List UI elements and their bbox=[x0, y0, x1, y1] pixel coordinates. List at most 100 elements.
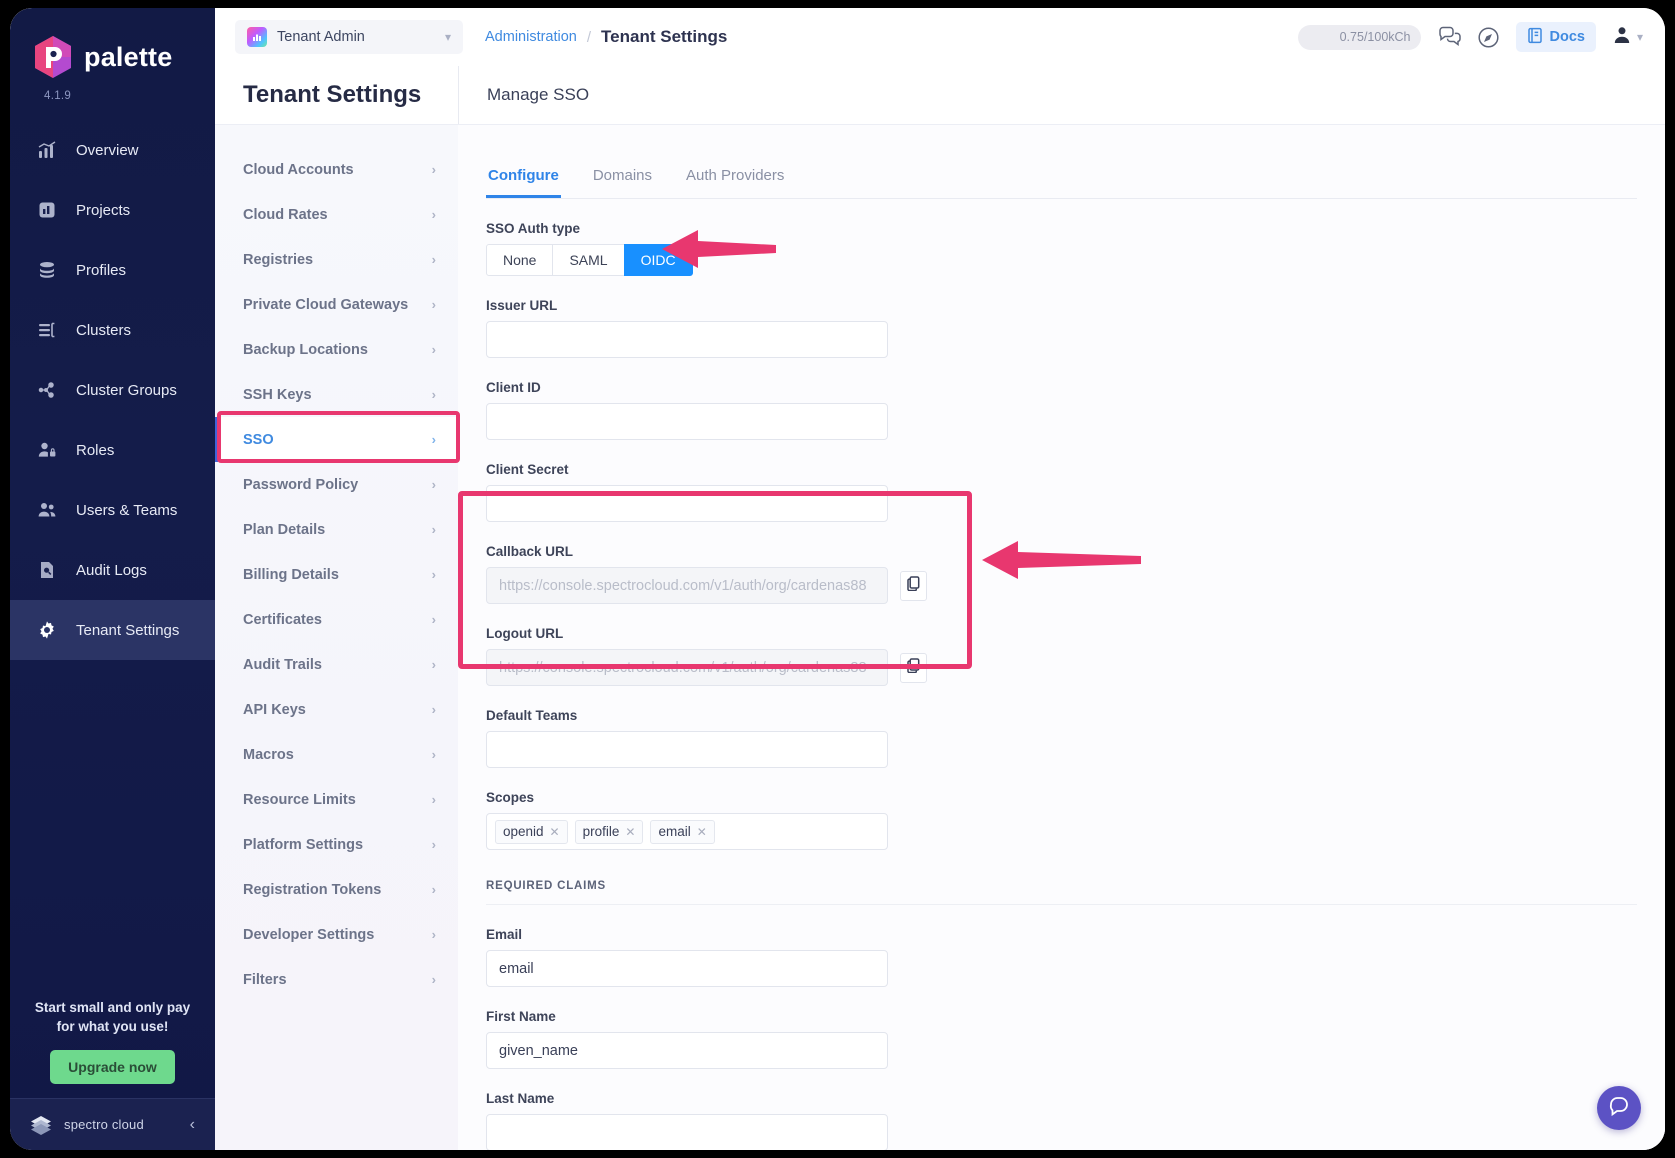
upgrade-now-button[interactable]: Upgrade now bbox=[50, 1050, 175, 1084]
claim-last-name-input[interactable] bbox=[486, 1114, 888, 1150]
subnav-item-certificates[interactable]: Certificates › bbox=[215, 597, 458, 642]
subnav-item-backup-locations[interactable]: Backup Locations › bbox=[215, 327, 458, 372]
subnav-item-audit-trails[interactable]: Audit Trails › bbox=[215, 642, 458, 687]
chevron-right-icon: › bbox=[431, 162, 436, 177]
subnav-item-password-policy[interactable]: Password Policy › bbox=[215, 462, 458, 507]
subnav-item-filters[interactable]: Filters › bbox=[215, 957, 458, 1002]
subnav-item-cloud-accounts[interactable]: Cloud Accounts › bbox=[215, 147, 458, 192]
chevron-left-icon[interactable]: ‹ bbox=[190, 1116, 199, 1134]
logout-url-input[interactable] bbox=[486, 649, 888, 686]
subnav-item-label: Registries bbox=[243, 251, 314, 268]
right-column: Tenant Admin ▾ Administration / Tenant S… bbox=[215, 8, 1665, 1150]
content-row: Tenant Settings Cloud Accounts › Cloud Ra… bbox=[215, 66, 1665, 1150]
chevron-right-icon: › bbox=[431, 747, 436, 762]
manage-sso-title: Manage SSO bbox=[487, 85, 590, 104]
default-teams-label: Default Teams bbox=[486, 708, 578, 723]
help-fab-button[interactable] bbox=[1597, 1086, 1641, 1130]
tenant-selector[interactable]: Tenant Admin ▾ bbox=[235, 20, 463, 54]
chevron-right-icon: › bbox=[431, 477, 436, 492]
sidebar-item-overview[interactable]: Overview bbox=[10, 120, 215, 180]
default-teams-input[interactable] bbox=[486, 731, 888, 768]
sidebar-item-profiles[interactable]: Profiles bbox=[10, 240, 215, 300]
compass-icon[interactable] bbox=[1477, 26, 1500, 49]
sidebar-item-label: Clusters bbox=[76, 321, 132, 339]
callback-url-row bbox=[486, 567, 1665, 604]
callback-url-copy-button[interactable] bbox=[900, 570, 927, 601]
subnav-item-macros[interactable]: Macros › bbox=[215, 732, 458, 777]
docs-button[interactable]: Docs bbox=[1515, 22, 1596, 52]
tab-auth-providers[interactable]: Auth Providers bbox=[684, 167, 786, 198]
sso-auth-type-segmented: None SAML OIDC bbox=[486, 244, 1665, 276]
auth-type-option-saml[interactable]: SAML bbox=[552, 244, 625, 276]
tab-domains[interactable]: Domains bbox=[591, 167, 654, 198]
chevron-right-icon: › bbox=[431, 657, 436, 672]
scope-chip-label: profile bbox=[582, 824, 620, 839]
chat-bubbles-icon[interactable] bbox=[1437, 26, 1461, 48]
client-secret-field: Client Secret bbox=[486, 462, 1665, 522]
client-id-input[interactable] bbox=[486, 403, 888, 440]
copy-icon bbox=[907, 657, 920, 678]
usage-meter[interactable]: 0.75/100kCh bbox=[1297, 24, 1421, 50]
sidebar-item-cluster-groups[interactable]: Cluster Groups bbox=[10, 360, 215, 420]
subnav-item-label: Backup Locations bbox=[243, 341, 368, 358]
auth-type-option-none[interactable]: None bbox=[486, 244, 554, 276]
subnav-list: Cloud Accounts › Cloud Rates › Registries ›… bbox=[215, 124, 458, 1150]
gear-icon bbox=[36, 619, 58, 641]
breadcrumb: Administration / Tenant Settings bbox=[485, 27, 727, 47]
auth-type-option-oidc[interactable]: OIDC bbox=[623, 244, 693, 276]
sidebar-item-clusters[interactable]: Clusters bbox=[10, 300, 215, 360]
sidebar-item-audit-logs[interactable]: Audit Logs bbox=[10, 540, 215, 600]
subnav-item-cloud-rates[interactable]: Cloud Rates › bbox=[215, 192, 458, 237]
callback-url-input[interactable] bbox=[486, 567, 888, 604]
subnav-item-label: Audit Trails bbox=[243, 656, 322, 673]
subnav-item-label: SSO bbox=[243, 431, 274, 448]
subnav-item-resource-limits[interactable]: Resource Limits › bbox=[215, 777, 458, 822]
upsell-line-1: Start small and only pay bbox=[34, 1000, 191, 1015]
primary-sidebar: palette 4.1.9 Overview Projects Profiles… bbox=[10, 8, 215, 1150]
tab-configure[interactable]: Configure bbox=[486, 167, 561, 198]
issuer-url-input[interactable] bbox=[486, 321, 888, 358]
breadcrumb-separator: / bbox=[586, 28, 592, 46]
subnav-item-label: Cloud Accounts bbox=[243, 161, 354, 178]
close-icon[interactable]: ✕ bbox=[625, 825, 635, 839]
sidebar-item-projects[interactable]: Projects bbox=[10, 180, 215, 240]
chevron-right-icon: › bbox=[431, 342, 436, 357]
user-menu[interactable]: ▾ bbox=[1612, 25, 1643, 50]
subnav-item-billing-details[interactable]: Billing Details › bbox=[215, 552, 458, 597]
subnav-item-plan-details[interactable]: Plan Details › bbox=[215, 507, 458, 552]
subnav-item-api-keys[interactable]: API Keys › bbox=[215, 687, 458, 732]
breadcrumb-parent-link[interactable]: Administration bbox=[485, 29, 577, 45]
client-id-label: Client ID bbox=[486, 380, 541, 395]
scopes-chip-list[interactable]: openid ✕ profile ✕ email ✕ bbox=[486, 813, 888, 850]
chevron-right-icon: › bbox=[431, 837, 436, 852]
callback-url-field: Callback URL bbox=[486, 544, 1665, 604]
claim-first-name-label: First Name bbox=[486, 1009, 556, 1024]
sidebar-item-users-teams[interactable]: Users & Teams bbox=[10, 480, 215, 540]
page-title: Tenant Settings bbox=[215, 66, 458, 124]
chevron-right-icon: › bbox=[431, 792, 436, 807]
copy-icon bbox=[907, 575, 920, 596]
subnav-item-private-cloud-gateways[interactable]: Private Cloud Gateways › bbox=[215, 282, 458, 327]
chart-overview-icon bbox=[36, 139, 58, 161]
sso-tabs: Configure Domains Auth Providers bbox=[486, 167, 1637, 199]
subnav-item-developer-settings[interactable]: Developer Settings › bbox=[215, 912, 458, 957]
sidebar-item-label: Users & Teams bbox=[76, 501, 178, 519]
claim-email-input[interactable] bbox=[486, 950, 888, 987]
claim-first-name-input[interactable] bbox=[486, 1032, 888, 1069]
client-secret-input[interactable] bbox=[486, 485, 888, 522]
scopes-field: Scopes openid ✕ profile ✕ email ✕ bbox=[486, 790, 1665, 850]
subnav-item-registration-tokens[interactable]: Registration Tokens › bbox=[215, 867, 458, 912]
chevron-right-icon: › bbox=[431, 207, 436, 222]
subnav-item-label: Platform Settings bbox=[243, 836, 364, 853]
sidebar-item-roles[interactable]: Roles bbox=[10, 420, 215, 480]
sidebar-item-tenant-settings[interactable]: Tenant Settings bbox=[10, 600, 215, 660]
chevron-right-icon: › bbox=[431, 567, 436, 582]
subnav-item-registries[interactable]: Registries › bbox=[215, 237, 458, 282]
subnav-item-platform-settings[interactable]: Platform Settings › bbox=[215, 822, 458, 867]
sidebar-nav: Overview Projects Profiles Clusters Clus… bbox=[10, 120, 215, 660]
close-icon[interactable]: ✕ bbox=[550, 825, 560, 839]
close-icon[interactable]: ✕ bbox=[697, 825, 707, 839]
subnav-item-ssh-keys[interactable]: SSH Keys › bbox=[215, 372, 458, 417]
logout-url-copy-button[interactable] bbox=[900, 652, 927, 683]
subnav-item-sso[interactable]: SSO › bbox=[215, 417, 458, 462]
